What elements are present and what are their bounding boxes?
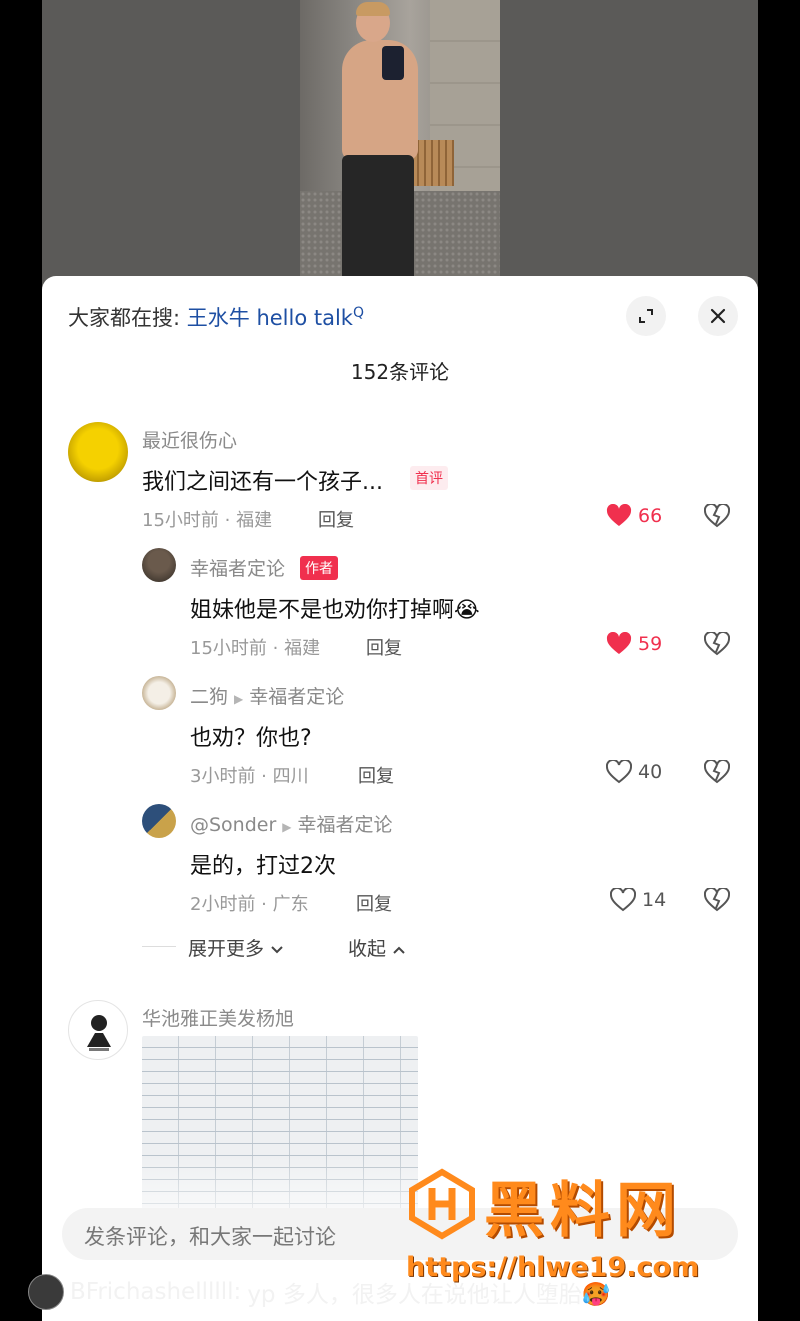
avatar[interactable] xyxy=(142,676,176,710)
close-icon xyxy=(710,308,726,324)
chevron-down-icon xyxy=(271,946,283,954)
bullet-user: BFrichashellllll: xyxy=(70,1279,242,1305)
comment-username[interactable]: 最近很伤心 xyxy=(142,426,237,453)
like-count: 40 xyxy=(638,761,663,783)
reply-arrow-icon: ▶ xyxy=(234,692,244,706)
search-icon: Q xyxy=(352,305,364,321)
comment-text: 是的，打过2次 xyxy=(190,854,336,879)
comment-meta: 2小时前 · 广东 xyxy=(190,894,309,915)
author-badge: 作者 xyxy=(300,556,338,580)
comment-username[interactable]: 幸福者定论 xyxy=(190,554,285,581)
heart-icon xyxy=(606,504,632,526)
comment-text: 我们之间还有一个孩子... xyxy=(142,470,383,495)
collapse-label: 收起 xyxy=(348,938,387,960)
comment-text: 也劝？你也? xyxy=(190,726,312,751)
app-screen: 大家都在搜: 王水牛 hello talkQ 152条评论 最近很伤心 我们之间… xyxy=(0,0,800,1321)
video-player[interactable] xyxy=(42,0,758,290)
like-count: 14 xyxy=(642,889,667,911)
comment-meta: 15小时前 · 福建 xyxy=(190,638,321,659)
trending-keyword[interactable]: 王水牛 hello talk xyxy=(187,306,353,330)
expand-more-button[interactable]: 展开更多 xyxy=(188,934,284,961)
first-comment-badge: 首评 xyxy=(410,466,448,490)
avatar[interactable] xyxy=(68,422,128,482)
collapse-button[interactable]: 收起 xyxy=(348,934,406,961)
reply-button[interactable]: 回复 xyxy=(356,890,392,916)
heart-icon xyxy=(610,888,636,912)
video-frame xyxy=(300,0,500,276)
trending-prefix: 大家都在搜: xyxy=(68,306,181,330)
avatar[interactable] xyxy=(142,548,176,582)
avatar[interactable] xyxy=(142,804,176,838)
reply-button[interactable]: 回复 xyxy=(358,762,394,788)
chevron-up-icon xyxy=(393,946,405,954)
comment-username-row: 二狗 ▶ 幸福者定论 xyxy=(190,682,344,709)
reply-to-username[interactable]: 幸福者定论 xyxy=(298,814,393,836)
broken-heart-icon[interactable] xyxy=(704,888,730,912)
watermark-logo-icon xyxy=(409,1168,475,1240)
like-button[interactable]: 59 xyxy=(606,632,662,656)
watermark: 黑料网 https://hlwe19.com xyxy=(406,1168,766,1288)
expand-icon xyxy=(639,309,653,323)
heart-icon xyxy=(606,632,632,654)
reply-arrow-icon: ▶ xyxy=(282,820,292,834)
like-button[interactable]: 14 xyxy=(610,888,666,912)
comment-input-placeholder: 发条评论，和大家一起讨论 xyxy=(84,1225,336,1249)
close-button[interactable] xyxy=(698,296,738,336)
broken-heart-icon[interactable] xyxy=(704,760,730,784)
like-button[interactable]: 66 xyxy=(606,504,662,528)
comment-text: 姐妹他是不是也劝你打掉啊😭 xyxy=(190,598,480,623)
comment-meta: 3小时前 · 四川 xyxy=(190,766,309,787)
avatar xyxy=(28,1274,64,1310)
like-count: 66 xyxy=(638,505,663,527)
avatar[interactable] xyxy=(68,1000,128,1060)
broken-heart-icon[interactable] xyxy=(704,504,730,528)
broken-heart-icon[interactable] xyxy=(704,632,730,656)
comment-username[interactable]: 二狗 xyxy=(190,686,228,708)
expand-button[interactable] xyxy=(626,296,666,336)
heart-icon xyxy=(606,760,632,784)
like-count: 59 xyxy=(638,633,663,655)
reply-button[interactable]: 回复 xyxy=(318,506,354,532)
watermark-title: 黑料网 xyxy=(484,1176,682,1246)
expand-more-label: 展开更多 xyxy=(188,938,265,960)
comment-username[interactable]: 华池雅正美发杨旭 xyxy=(142,1004,294,1031)
comment-username-row: @Sonder ▶ 幸福者定论 xyxy=(190,810,393,837)
comment-meta: 15小时前 · 福建 xyxy=(142,510,273,531)
comment-username[interactable]: @Sonder xyxy=(190,814,276,836)
reply-to-username[interactable]: 幸福者定论 xyxy=(249,686,344,708)
reply-button[interactable]: 回复 xyxy=(366,634,402,660)
like-button[interactable]: 40 xyxy=(606,760,662,784)
trending-search[interactable]: 大家都在搜: 王水牛 hello talkQ xyxy=(68,302,364,332)
divider xyxy=(142,946,176,947)
comment-image[interactable] xyxy=(142,1036,418,1236)
comment-count: 152条评论 xyxy=(350,360,450,384)
watermark-url: https://hlwe19.com xyxy=(406,1252,700,1283)
